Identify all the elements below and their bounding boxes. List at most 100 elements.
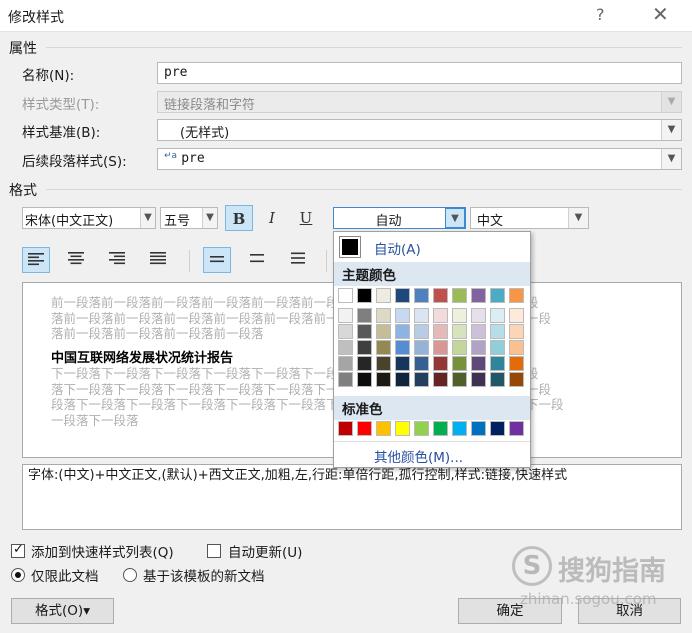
font-select[interactable]: 宋体(中文正文) ▼ bbox=[22, 207, 156, 229]
theme-color-swatch[interactable] bbox=[357, 288, 372, 303]
theme-color-swatch[interactable] bbox=[414, 288, 429, 303]
close-icon[interactable]: ✕ bbox=[652, 2, 669, 26]
one-half-spacing-button[interactable] bbox=[243, 247, 271, 273]
auto-color-option[interactable]: 自动(A) bbox=[374, 238, 421, 258]
align-center-button[interactable] bbox=[62, 247, 90, 273]
theme-shade-swatch[interactable] bbox=[452, 308, 467, 323]
size-select[interactable]: 五号 ▼ bbox=[160, 207, 218, 229]
theme-shade-swatch[interactable] bbox=[338, 356, 353, 371]
justify-button[interactable] bbox=[144, 247, 172, 273]
theme-color-swatch[interactable] bbox=[471, 288, 486, 303]
theme-shade-swatch[interactable] bbox=[433, 324, 448, 339]
only-this-document-radio[interactable] bbox=[11, 568, 25, 582]
language-select[interactable]: 中文 ▼ bbox=[470, 207, 589, 229]
theme-shade-swatch[interactable] bbox=[376, 308, 391, 323]
theme-shade-swatch[interactable] bbox=[509, 372, 524, 387]
theme-color-swatch[interactable] bbox=[395, 288, 410, 303]
theme-shade-swatch[interactable] bbox=[395, 340, 410, 355]
theme-shade-swatch[interactable] bbox=[509, 356, 524, 371]
theme-color-swatch[interactable] bbox=[376, 288, 391, 303]
theme-shade-swatch[interactable] bbox=[357, 372, 372, 387]
theme-shade-swatch[interactable] bbox=[471, 340, 486, 355]
single-spacing-button[interactable] bbox=[203, 247, 231, 273]
theme-shade-swatch[interactable] bbox=[490, 340, 505, 355]
theme-shade-swatch[interactable] bbox=[357, 308, 372, 323]
theme-shade-swatch[interactable] bbox=[452, 340, 467, 355]
standard-color-swatch[interactable] bbox=[452, 421, 467, 436]
standard-color-swatch[interactable] bbox=[509, 421, 524, 436]
theme-shade-swatch[interactable] bbox=[433, 308, 448, 323]
language-chevron-down-icon[interactable]: ▼ bbox=[568, 208, 588, 228]
font-chevron-down-icon[interactable]: ▼ bbox=[140, 208, 155, 228]
theme-shade-swatch[interactable] bbox=[357, 356, 372, 371]
theme-shade-swatch[interactable] bbox=[471, 324, 486, 339]
theme-shade-swatch[interactable] bbox=[357, 340, 372, 355]
italic-button[interactable]: I bbox=[258, 205, 286, 231]
theme-shade-swatch[interactable] bbox=[414, 308, 429, 323]
theme-shade-swatch[interactable] bbox=[509, 308, 524, 323]
theme-shade-swatch[interactable] bbox=[452, 372, 467, 387]
add-quick-style-checkbox[interactable] bbox=[11, 542, 25, 558]
add-quick-style-label[interactable]: 添加到快速样式列表(Q) bbox=[31, 541, 174, 561]
theme-shade-swatch[interactable] bbox=[414, 356, 429, 371]
template-documents-radio[interactable] bbox=[123, 568, 137, 582]
style-base-select[interactable]: (无样式) ▼ bbox=[157, 119, 682, 141]
theme-shade-swatch[interactable] bbox=[433, 356, 448, 371]
theme-shade-swatch[interactable] bbox=[395, 324, 410, 339]
theme-shade-swatch[interactable] bbox=[395, 372, 410, 387]
theme-shade-swatch[interactable] bbox=[509, 340, 524, 355]
align-left-button[interactable] bbox=[22, 247, 50, 273]
theme-shade-swatch[interactable] bbox=[338, 372, 353, 387]
standard-color-swatch[interactable] bbox=[414, 421, 429, 436]
only-this-document-label[interactable]: 仅限此文档 bbox=[31, 565, 99, 585]
help-icon[interactable]: ? bbox=[596, 5, 605, 24]
theme-shade-swatch[interactable] bbox=[395, 308, 410, 323]
standard-color-swatch[interactable] bbox=[357, 421, 372, 436]
standard-color-swatch[interactable] bbox=[376, 421, 391, 436]
format-menu-button[interactable]: 格式(O)▾ bbox=[11, 598, 114, 624]
next-style-chevron-down-icon[interactable]: ▼ bbox=[661, 149, 681, 169]
theme-shade-swatch[interactable] bbox=[338, 340, 353, 355]
auto-update-label[interactable]: 自动更新(U) bbox=[228, 541, 302, 561]
theme-shade-swatch[interactable] bbox=[452, 324, 467, 339]
theme-shade-swatch[interactable] bbox=[414, 340, 429, 355]
theme-shade-swatch[interactable] bbox=[414, 324, 429, 339]
theme-shade-swatch[interactable] bbox=[509, 324, 524, 339]
theme-shade-swatch[interactable] bbox=[376, 340, 391, 355]
theme-shade-swatch[interactable] bbox=[376, 372, 391, 387]
theme-color-swatch[interactable] bbox=[490, 288, 505, 303]
theme-shade-swatch[interactable] bbox=[490, 324, 505, 339]
theme-color-swatch[interactable] bbox=[452, 288, 467, 303]
theme-shade-swatch[interactable] bbox=[376, 356, 391, 371]
theme-shade-swatch[interactable] bbox=[471, 308, 486, 323]
standard-color-swatch[interactable] bbox=[433, 421, 448, 436]
theme-shade-swatch[interactable] bbox=[414, 372, 429, 387]
theme-shade-swatch[interactable] bbox=[338, 324, 353, 339]
bold-button[interactable]: B bbox=[225, 205, 253, 231]
theme-shade-swatch[interactable] bbox=[433, 340, 448, 355]
standard-color-swatch[interactable] bbox=[338, 421, 353, 436]
theme-shade-swatch[interactable] bbox=[357, 324, 372, 339]
theme-shade-swatch[interactable] bbox=[490, 356, 505, 371]
name-field[interactable]: pre bbox=[157, 62, 682, 84]
double-spacing-button[interactable] bbox=[284, 247, 312, 273]
font-color-select[interactable]: 自动 ▼ bbox=[333, 207, 466, 229]
standard-color-swatch[interactable] bbox=[471, 421, 486, 436]
align-right-button[interactable] bbox=[103, 247, 131, 273]
auto-update-checkbox[interactable] bbox=[207, 544, 221, 558]
more-colors-option[interactable]: 其他颜色(M)... bbox=[374, 446, 463, 466]
template-documents-label[interactable]: 基于该模板的新文档 bbox=[143, 565, 265, 585]
theme-shade-swatch[interactable] bbox=[471, 356, 486, 371]
next-style-select[interactable]: ↵a pre ▼ bbox=[157, 148, 682, 170]
standard-color-swatch[interactable] bbox=[395, 421, 410, 436]
theme-shade-swatch[interactable] bbox=[376, 324, 391, 339]
theme-shade-swatch[interactable] bbox=[471, 372, 486, 387]
theme-shade-swatch[interactable] bbox=[433, 372, 448, 387]
theme-color-swatch[interactable] bbox=[433, 288, 448, 303]
theme-shade-swatch[interactable] bbox=[452, 356, 467, 371]
size-chevron-down-icon[interactable]: ▼ bbox=[202, 208, 217, 228]
theme-shade-swatch[interactable] bbox=[490, 372, 505, 387]
underline-button[interactable]: U bbox=[292, 205, 320, 231]
auto-color-swatch[interactable] bbox=[339, 236, 361, 258]
theme-shade-swatch[interactable] bbox=[490, 308, 505, 323]
